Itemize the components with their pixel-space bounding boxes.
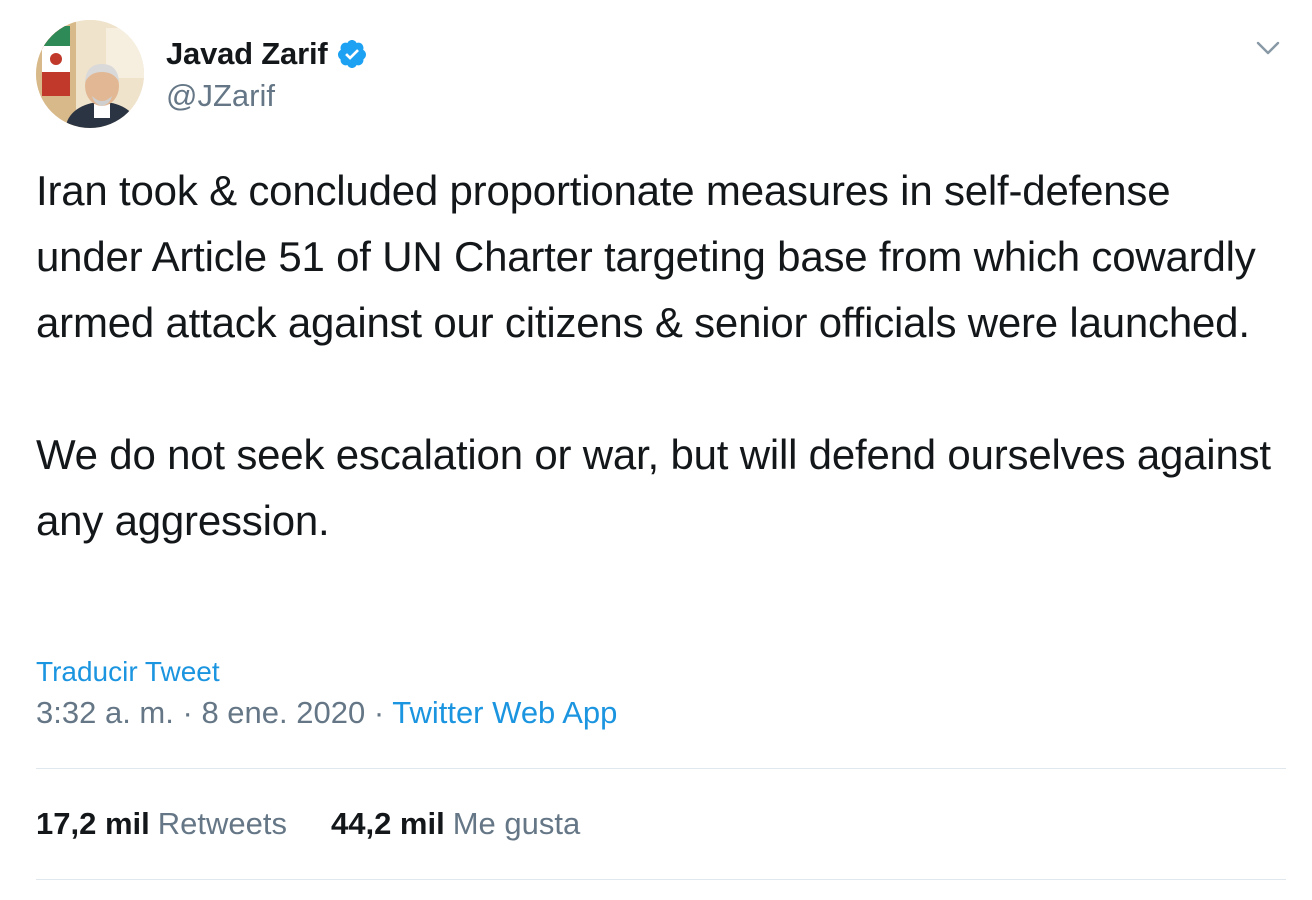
meta-separator: · xyxy=(373,695,385,730)
meta-separator: · xyxy=(182,695,193,730)
avatar[interactable] xyxy=(36,20,144,128)
retweets-stat[interactable]: 17,2 mil Retweets xyxy=(36,806,287,842)
likes-stat[interactable]: 44,2 mil Me gusta xyxy=(331,806,580,842)
tweet-meta: 3:32 a. m. · 8 ene. 2020 · Twitter Web A… xyxy=(36,695,617,731)
retweets-count: 17,2 mil xyxy=(36,806,150,841)
author-handle[interactable]: @JZarif xyxy=(166,78,275,114)
tweet-source-link[interactable]: Twitter Web App xyxy=(392,695,617,730)
verified-badge-icon xyxy=(336,38,368,70)
retweets-label: Retweets xyxy=(157,806,287,841)
author-name-row[interactable]: Javad Zarif xyxy=(166,34,368,74)
divider xyxy=(36,879,1286,880)
divider xyxy=(36,768,1286,769)
tweet-time[interactable]: 3:32 a. m. xyxy=(36,695,174,730)
tweet-paragraph-1: Iran took & concluded proportionate meas… xyxy=(36,167,1256,346)
chevron-down-icon[interactable] xyxy=(1250,30,1286,66)
tweet-text: Iran took & concluded proportionate meas… xyxy=(36,158,1286,554)
likes-label: Me gusta xyxy=(452,806,581,841)
translate-tweet-link[interactable]: Traducir Tweet xyxy=(36,656,220,688)
tweet-date[interactable]: 8 ene. 2020 xyxy=(201,695,365,730)
tweet-paragraph-2: We do not seek escalation or war, but wi… xyxy=(36,431,1271,544)
likes-count: 44,2 mil xyxy=(330,806,445,841)
display-name[interactable]: Javad Zarif xyxy=(166,36,328,72)
avatar-photo xyxy=(36,20,144,128)
tweet-stats: 17,2 mil Retweets 44,2 mil Me gusta xyxy=(36,806,580,842)
tweet-card: Javad Zarif @JZarif Iran took & conclude… xyxy=(0,0,1312,900)
